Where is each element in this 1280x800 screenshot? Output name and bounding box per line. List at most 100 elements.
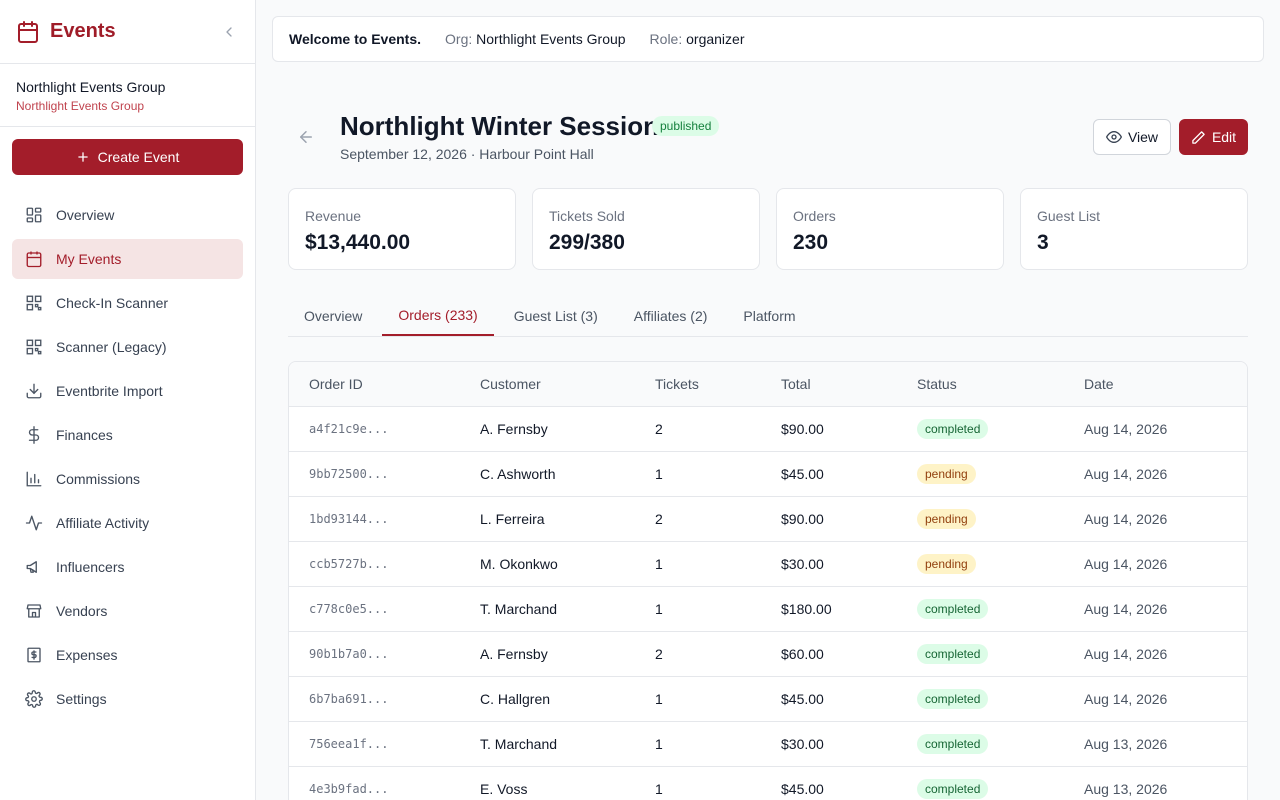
ticket-count: 1 bbox=[655, 735, 663, 752]
customer-name: A. Fernsby bbox=[480, 645, 548, 662]
receipt-icon bbox=[24, 645, 44, 665]
plus-icon bbox=[77, 152, 88, 162]
tab-guest-list[interactable]: Guest List (3) bbox=[498, 296, 614, 336]
customer-name: C. Ashworth bbox=[480, 465, 556, 482]
order-id: 9bb72500... bbox=[309, 466, 389, 481]
sidebar-item-affiliate-activity[interactable]: Affiliate Activity bbox=[12, 503, 243, 543]
sidebar-item-label: Commissions bbox=[56, 471, 141, 487]
ticket-count: 1 bbox=[655, 465, 663, 482]
customer-name: T. Marchand bbox=[480, 600, 558, 617]
table-row[interactable]: 90b1b7a0... A. Fernsby 2 $60.00 completed Aug… bbox=[289, 631, 1247, 676]
ticket-count: 2 bbox=[655, 510, 663, 527]
stat-value: 299/380 bbox=[549, 231, 625, 254]
sidebar-item-check-in-scanner[interactable]: Check-In Scanner bbox=[12, 283, 243, 323]
column-header[interactable]: Date bbox=[1064, 362, 1247, 406]
sidebar-item-vendors[interactable]: Vendors bbox=[12, 591, 243, 631]
stat-card-orders: Orders 230 bbox=[776, 188, 1004, 270]
column-header[interactable]: Order ID bbox=[289, 362, 460, 406]
status-badge: completed bbox=[917, 778, 989, 799]
order-total: $90.00 bbox=[781, 420, 824, 437]
column-header[interactable]: Total bbox=[761, 362, 897, 406]
stat-label: Revenue bbox=[305, 208, 362, 224]
order-date: Aug 14, 2026 bbox=[1084, 645, 1168, 662]
order-date: Aug 14, 2026 bbox=[1084, 690, 1168, 707]
back-button[interactable] bbox=[296, 127, 316, 147]
order-date: Aug 13, 2026 bbox=[1084, 780, 1168, 797]
tab-orders[interactable]: Orders (233) bbox=[382, 296, 494, 336]
org-subtitle: Northlight Events Group bbox=[16, 99, 145, 113]
ticket-count: 1 bbox=[655, 555, 663, 572]
sidebar-item-overview[interactable]: Overview bbox=[12, 195, 243, 235]
sidebar-item-commissions[interactable]: Commissions bbox=[12, 459, 243, 499]
order-date: Aug 14, 2026 bbox=[1084, 420, 1168, 437]
tab-overview[interactable]: Overview bbox=[288, 296, 378, 336]
event-tabs: Overview Orders (233) Guest List (3) Aff… bbox=[288, 296, 1248, 337]
view-label: View bbox=[1127, 129, 1159, 145]
event-subtitle: September 12, 2026 · Harbour Point Hall bbox=[340, 146, 594, 162]
table-row[interactable]: ccb5727b... M. Okonkwo 1 $30.00 pending Aug 1… bbox=[289, 541, 1247, 586]
store-icon bbox=[24, 601, 44, 621]
order-date: Aug 14, 2026 bbox=[1084, 510, 1168, 527]
create-event-label: Create Event bbox=[97, 149, 180, 165]
status-cell: pending bbox=[897, 451, 1064, 496]
top-header: Welcome to Events. Org: Northlight Event… bbox=[272, 16, 1264, 62]
status-badge: pending bbox=[917, 508, 976, 529]
create-event-button[interactable]: Create Event bbox=[12, 139, 243, 175]
org-info: Org: Northlight Events Group bbox=[445, 31, 626, 47]
column-header[interactable]: Status bbox=[897, 362, 1064, 406]
sidebar-item-expenses[interactable]: Expenses bbox=[12, 635, 243, 675]
download-icon bbox=[24, 381, 44, 401]
table-row[interactable]: c778c0e5... T. Marchand 1 $180.00 completed A… bbox=[289, 586, 1247, 631]
tab-platform[interactable]: Platform bbox=[727, 296, 811, 336]
sidebar-item-influencers[interactable]: Influencers bbox=[12, 547, 243, 587]
stat-value: 3 bbox=[1037, 231, 1049, 254]
role-info: Role: organizer bbox=[650, 31, 745, 47]
sidebar-item-eventbrite-import[interactable]: Eventbrite Import bbox=[12, 371, 243, 411]
sidebar-item-label: Overview bbox=[56, 207, 115, 223]
table-row[interactable]: 6b7ba691... C. Hallgren 1 $45.00 completed Au… bbox=[289, 676, 1247, 721]
order-total: $60.00 bbox=[781, 645, 824, 662]
sidebar-item-scanner-legacy[interactable]: Scanner (Legacy) bbox=[12, 327, 243, 367]
sidebar-item-my-events[interactable]: My Events bbox=[12, 239, 243, 279]
app-title: Events bbox=[50, 20, 116, 42]
ticket-count: 2 bbox=[655, 420, 663, 437]
column-header[interactable]: Tickets bbox=[635, 362, 761, 406]
tab-affiliates[interactable]: Affiliates (2) bbox=[618, 296, 724, 336]
order-total: $30.00 bbox=[781, 735, 824, 752]
table-row[interactable]: 1bd93144... L. Ferreira 2 $90.00 pending Aug … bbox=[289, 496, 1247, 541]
status-cell: completed bbox=[897, 676, 1064, 721]
sidebar-item-label: Check-In Scanner bbox=[56, 295, 169, 311]
status-cell: completed bbox=[897, 766, 1064, 800]
order-total: $45.00 bbox=[781, 780, 824, 797]
collapse-sidebar-button[interactable] bbox=[219, 22, 239, 42]
event-status-badge: published bbox=[652, 116, 720, 136]
sidebar-item-settings[interactable]: Settings bbox=[12, 679, 243, 719]
sidebar-item-finances[interactable]: Finances bbox=[12, 415, 243, 455]
edit-button[interactable]: Edit bbox=[1179, 119, 1248, 155]
stat-label: Guest List bbox=[1037, 208, 1101, 224]
column-header[interactable]: Customer bbox=[460, 362, 635, 406]
org-switcher[interactable]: Northlight Events Group Northlight Event… bbox=[0, 64, 255, 127]
status-cell: completed bbox=[897, 631, 1064, 676]
bar-chart-icon bbox=[24, 469, 44, 489]
view-button[interactable]: View bbox=[1093, 119, 1171, 155]
status-cell: pending bbox=[897, 541, 1064, 586]
event-title: Northlight Winter Session bbox=[340, 111, 659, 141]
order-total: $30.00 bbox=[781, 555, 824, 572]
table-row[interactable]: 9bb72500... C. Ashworth 1 $45.00 pending Aug … bbox=[289, 451, 1247, 496]
stat-label: Tickets Sold bbox=[549, 208, 625, 224]
customer-name: E. Voss bbox=[480, 780, 528, 797]
customer-name: L. Ferreira bbox=[480, 510, 545, 527]
table-row[interactable]: 4e3b9fad... E. Voss 1 $45.00 completed Aug 13… bbox=[289, 766, 1247, 800]
org-value: Northlight Events Group bbox=[476, 31, 626, 47]
ticket-count: 1 bbox=[655, 780, 663, 797]
org-label: Org: bbox=[445, 31, 473, 47]
table-row[interactable]: 756eea1f... T. Marchand 1 $30.00 completed Au… bbox=[289, 721, 1247, 766]
sidebar-item-label: Finances bbox=[56, 427, 113, 443]
status-badge: completed bbox=[917, 688, 989, 709]
status-badge: pending bbox=[917, 463, 976, 484]
order-id: 756eea1f... bbox=[309, 736, 389, 751]
table-row[interactable]: a4f21c9e... A. Fernsby 2 $90.00 completed Aug… bbox=[289, 406, 1247, 451]
order-date: Aug 14, 2026 bbox=[1084, 555, 1168, 572]
sidebar-nav: Overview My Events Check-In Scanner Scan… bbox=[12, 195, 243, 723]
